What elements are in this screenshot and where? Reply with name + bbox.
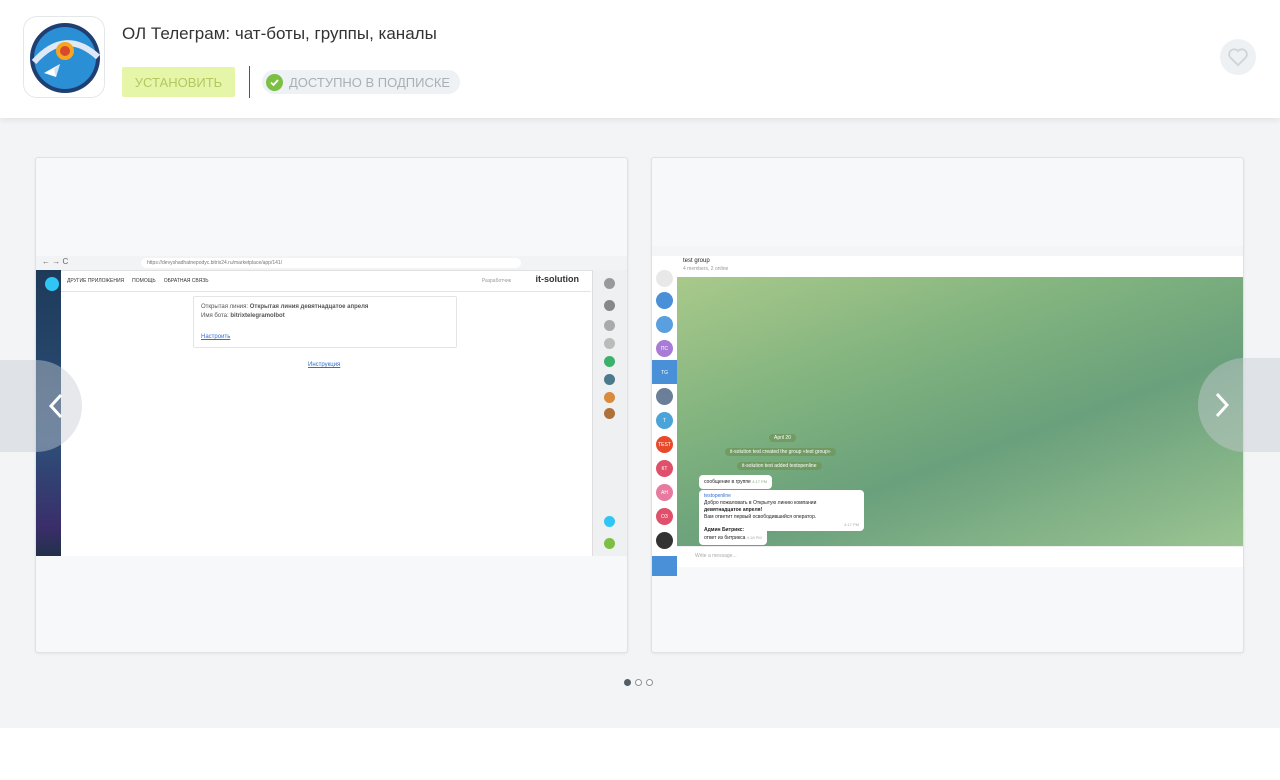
avatar: ПС — [656, 340, 673, 357]
pagination-dot[interactable] — [624, 679, 631, 686]
avatar — [656, 388, 673, 405]
subscription-badge: Доступно в подписке — [262, 70, 461, 94]
avatar — [604, 374, 615, 385]
bot-label: Имя бота: — [201, 313, 229, 319]
chat-header: test group 4 members, 2 online — [677, 256, 1243, 278]
favorite-button[interactable] — [1220, 39, 1256, 75]
close-icon — [45, 277, 59, 291]
message-sender: Админ Битрикс: — [704, 527, 745, 533]
openline-info: Открытая линия: Открытая линия девятнадц… — [193, 296, 457, 348]
avatar: АН — [656, 484, 673, 501]
window-titlebar — [652, 246, 1243, 256]
avatar — [656, 532, 673, 549]
avatar — [656, 316, 673, 333]
message-text: Добро пожаловать в Открытую линию компан… — [704, 500, 817, 506]
chevron-right-icon — [1215, 392, 1230, 418]
install-button[interactable]: Установить — [122, 67, 235, 97]
pagination-dot[interactable] — [646, 679, 653, 686]
message-text: сообщение в группе — [704, 479, 751, 485]
message-time: 4:18 PM — [746, 535, 762, 540]
divider — [249, 66, 250, 98]
message-time: 4:17 PM — [752, 479, 768, 484]
bitrix-rightbar — [592, 270, 627, 556]
chevron-left-icon — [48, 393, 63, 419]
message-bubble: Админ Битрикс: ответ из битрикса 4:18 PM — [699, 524, 767, 545]
clock-icon — [604, 320, 615, 331]
menu-developer: Разработчик — [481, 277, 511, 284]
settings-link: Настроить — [201, 334, 231, 340]
chat-area: April 20 it-solution test created the gr… — [677, 277, 1243, 546]
message-input-placeholder: Write a message... — [695, 553, 737, 559]
message-input: Write a message... — [677, 546, 1243, 567]
menu-item: ДРУГИЕ ПРИЛОЖЕНИЯ — [67, 277, 125, 284]
bitrix-menu: ДРУГИЕ ПРИЛОЖЕНИЯ ПОМОЩЬ ОБРАТНАЯ СВЯЗЬ … — [61, 270, 591, 292]
bot-value: bitrixtelegramolbot — [230, 313, 285, 319]
message-bubble: сообщение в группе 4:17 PM — [699, 475, 773, 489]
chat-icon — [604, 356, 615, 367]
message-sender: testopenline — [704, 493, 731, 499]
avatar: Т — [656, 412, 673, 429]
menu-item: ОБРАТНАЯ СВЯЗЬ — [163, 277, 209, 284]
url-bar: https://devyshadhatnepodyc.bitrix24.ru/m… — [141, 258, 521, 268]
chat-subtitle: 4 members, 2 online — [683, 266, 729, 272]
screenshot-bitrix: ← → C https://devyshadhatnepodyc.bitrix2… — [36, 256, 627, 556]
screenshot-card[interactable]: ПС TG Т TEST КТ АН ОЗ test group 4 membe… — [651, 157, 1244, 653]
menu-icon — [656, 270, 673, 287]
line-label: Открытая линия: — [201, 304, 249, 310]
avatar: TG — [656, 364, 673, 381]
screenshot-telegram: ПС TG Т TEST КТ АН ОЗ test group 4 membe… — [652, 246, 1243, 576]
instruction-link: Инструкция — [308, 362, 341, 368]
avatar: КТ — [656, 460, 673, 477]
brand-label: it-solution — [535, 274, 580, 284]
search-icon — [604, 338, 615, 349]
avatar: TEST — [656, 436, 673, 453]
avatar — [604, 408, 615, 419]
message-text: девятнадцатое апреля! — [704, 507, 763, 513]
gallery-pagination — [624, 679, 653, 686]
phone-icon — [604, 538, 615, 549]
telegram-chat-list: ПС TG Т TEST КТ АН ОЗ — [652, 256, 678, 576]
service-message: it-solution test created the group «test… — [725, 448, 836, 456]
heart-icon — [1228, 48, 1248, 67]
check-circle-icon — [266, 73, 283, 91]
browser-bar: ← → C https://devyshadhatnepodyc.bitrix2… — [36, 256, 627, 271]
avatar — [656, 292, 673, 309]
telegram-logo-icon — [30, 23, 101, 93]
browser-nav-icons: ← → C — [42, 257, 69, 266]
avatar — [604, 392, 615, 403]
service-message: it-solution test added testopenline — [737, 462, 822, 470]
avatar: ОЗ — [656, 508, 673, 525]
chat-title: test group — [683, 258, 710, 264]
menu-item: ПОМОЩЬ — [132, 277, 156, 284]
date-pill: April 20 — [769, 434, 796, 442]
add-icon — [604, 516, 615, 527]
bell-icon — [604, 300, 615, 311]
pagination-dot[interactable] — [635, 679, 642, 686]
subscription-label: Доступно в подписке — [289, 74, 451, 90]
message-text: Вам ответит первый освободившийся операт… — [704, 514, 817, 520]
help-icon — [604, 278, 615, 289]
app-title: ОЛ Телеграм: чат-боты, группы, каналы — [122, 24, 437, 43]
screenshot-card[interactable]: ← → C https://devyshadhatnepodyc.bitrix2… — [35, 157, 628, 653]
app-header: ОЛ Телеграм: чат-боты, группы, каналы Ус… — [0, 0, 1280, 118]
app-logo — [23, 16, 105, 98]
line-value: Открытая линия девятнадцатое апреля — [249, 304, 369, 310]
archive-icon — [652, 556, 677, 576]
message-text: ответ из битрикса — [704, 535, 746, 541]
